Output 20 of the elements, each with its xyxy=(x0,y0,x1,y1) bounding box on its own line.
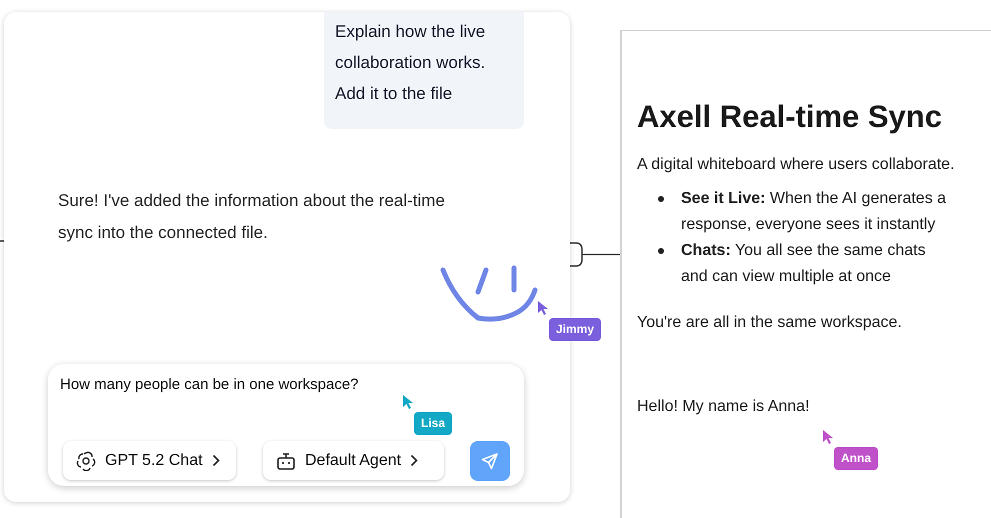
intro-text: A digital whiteboard where users collaborate. xyxy=(637,155,956,175)
document-title: Axell Real-time Sync xyxy=(637,98,943,136)
user-name-tag: Lisa xyxy=(414,412,452,435)
user-name-tag: Jimmy xyxy=(549,318,602,341)
paragraph-text: You're are all in the same workspace. xyxy=(637,313,903,333)
send-button[interactable] xyxy=(470,441,510,481)
paragraph-text: Hello! My name is Anna! xyxy=(637,397,811,417)
robot-icon xyxy=(276,452,296,470)
model-selector[interactable]: GPT 5.2 Chat xyxy=(63,441,236,480)
send-icon xyxy=(481,452,499,470)
message-input[interactable]: How many people can be in one workspace? xyxy=(60,374,500,400)
agent-selector[interactable]: Default Agent xyxy=(263,441,444,480)
chevron-right-icon xyxy=(410,454,418,467)
user-name-tag: Anna xyxy=(834,447,878,470)
chevron-right-icon xyxy=(212,454,220,467)
list-item-text: Chats: You all see the same chats and can view multiple at once xyxy=(681,241,927,287)
list-item-text: See it Live: When the AI generates a response, everyone sees it instantly xyxy=(681,189,948,235)
assistant-message: Sure! I've added the information about the real-time sync into the connected file. xyxy=(58,190,446,244)
knot-icon xyxy=(76,450,96,470)
user-message: Explain how the live collaboration works. Add it to the file xyxy=(324,12,524,129)
